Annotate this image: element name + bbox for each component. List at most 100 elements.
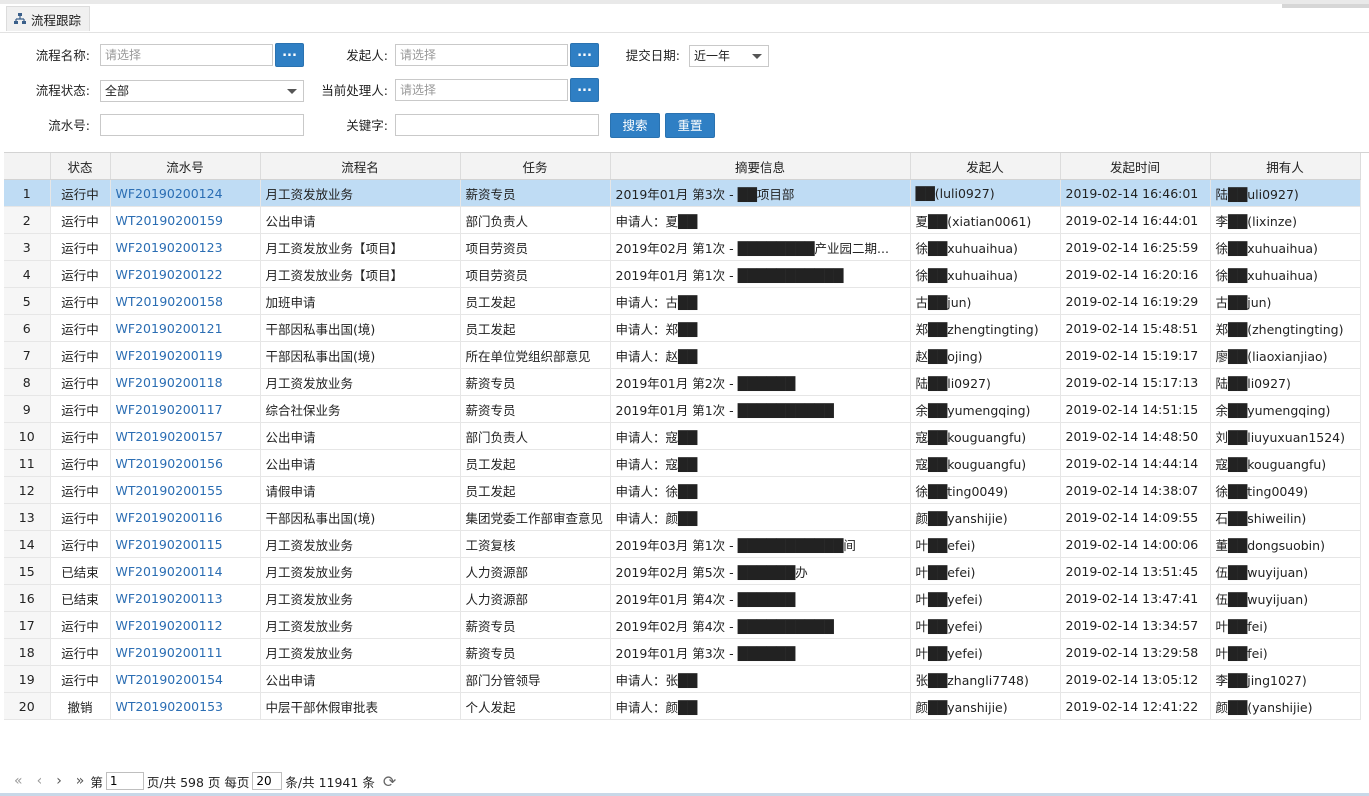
filter-form: 流程名称: ... 发起人: ... 提交日期: 近一年 流程状态: 全部 当前… bbox=[0, 32, 1369, 147]
table-row[interactable]: 11 运行中 WT20190200156 公出申请 员工发起 申请人：寇██ 寇██koug… bbox=[4, 449, 1361, 477]
keyword-input[interactable] bbox=[395, 114, 599, 136]
table-row[interactable]: 1 运行中 WF20190200124 月工资发放业务 薪资专员 2019年01月 第3次… bbox=[4, 179, 1361, 207]
flow-name-input[interactable] bbox=[100, 44, 273, 66]
submit-date-select[interactable]: 近一年 bbox=[689, 45, 769, 67]
initiator-cell: 叶██yefei) bbox=[910, 611, 1061, 639]
serial-link[interactable]: WT20190200158 bbox=[110, 287, 261, 315]
column-header[interactable]: 流程名 bbox=[260, 153, 461, 180]
time-cell: 2019-02-14 12:41:22 bbox=[1060, 692, 1211, 720]
serial-link[interactable]: WF20190200123 bbox=[110, 233, 261, 261]
column-header[interactable]: 状态 bbox=[50, 153, 111, 180]
last-page-icon[interactable]: » bbox=[76, 773, 85, 789]
column-header[interactable] bbox=[4, 153, 51, 180]
time-cell: 2019-02-14 14:38:07 bbox=[1060, 476, 1211, 504]
initiator-cell: 徐██xuhuaihua) bbox=[910, 260, 1061, 288]
table-row[interactable]: 9 运行中 WF20190200117 综合社保业务 薪资专员 2019年01月 第1次 … bbox=[4, 395, 1361, 423]
first-page-icon[interactable]: « bbox=[14, 773, 23, 789]
tab-flow-tracking[interactable]: 流程跟踪 bbox=[6, 6, 91, 31]
serial-link[interactable]: WT20190200156 bbox=[110, 449, 261, 477]
flow-status-value: 全部 bbox=[105, 84, 130, 98]
column-header[interactable]: 发起时间 bbox=[1060, 153, 1211, 180]
next-page-icon[interactable]: › bbox=[56, 773, 62, 789]
serial-link[interactable]: WF20190200118 bbox=[110, 368, 261, 396]
serial-link[interactable]: WF20190200124 bbox=[110, 179, 261, 207]
column-header[interactable]: 发起人 bbox=[910, 153, 1061, 180]
serial-link[interactable]: WF20190200112 bbox=[110, 611, 261, 639]
serial-link[interactable]: WF20190200121 bbox=[110, 314, 261, 342]
table-row[interactable]: 19 运行中 WT20190200154 公出申请 部门分管领导 申请人：张██ 张██zh… bbox=[4, 665, 1361, 693]
serial-no-input[interactable] bbox=[100, 114, 304, 136]
task-cell: 员工发起 bbox=[460, 287, 611, 315]
refresh-icon[interactable]: ⟳ bbox=[383, 772, 396, 791]
page-size-input[interactable] bbox=[252, 772, 283, 790]
current-handler-input[interactable] bbox=[395, 79, 568, 101]
serial-link[interactable]: WF20190200115 bbox=[110, 530, 261, 558]
serial-link[interactable]: WF20190200111 bbox=[110, 638, 261, 666]
table-row[interactable]: 18 运行中 WF20190200111 月工资发放业务 薪资专员 2019年01月 第3… bbox=[4, 638, 1361, 666]
owner-cell: 伍██wuyijuan) bbox=[1210, 557, 1361, 585]
column-header[interactable]: 摘要信息 bbox=[610, 153, 911, 180]
serial-link[interactable]: WT20190200157 bbox=[110, 422, 261, 450]
search-button[interactable]: 搜索 bbox=[610, 113, 660, 138]
initiator-input[interactable] bbox=[395, 44, 568, 66]
flow-status-select[interactable]: 全部 bbox=[100, 80, 304, 102]
serial-link[interactable]: WF20190200116 bbox=[110, 503, 261, 531]
initiator-cell: 余██yumengqing) bbox=[910, 395, 1061, 423]
initiator-label: 发起人: bbox=[346, 48, 388, 63]
owner-cell: 李██(lixinze) bbox=[1210, 206, 1361, 234]
flow-name-cell: 请假申请 bbox=[260, 476, 461, 504]
serial-link[interactable]: WF20190200119 bbox=[110, 341, 261, 369]
serial-link[interactable]: WT20190200159 bbox=[110, 206, 261, 234]
serial-link[interactable]: WT20190200155 bbox=[110, 476, 261, 504]
table-row[interactable]: 5 运行中 WT20190200158 加班申请 员工发起 申请人：古██ 古██jun) 2… bbox=[4, 287, 1361, 315]
reset-button[interactable]: 重置 bbox=[665, 113, 715, 138]
row-number: 13 bbox=[4, 503, 51, 531]
serial-link[interactable]: WF20190200122 bbox=[110, 260, 261, 288]
table-row[interactable]: 13 运行中 WF20190200116 干部因私事出国(境) 集团党委工作部审查意见申… bbox=[4, 503, 1361, 531]
table-row[interactable]: 17 运行中 WF20190200112 月工资发放业务 薪资专员 2019年02月 第4… bbox=[4, 611, 1361, 639]
serial-link[interactable]: WF20190200117 bbox=[110, 395, 261, 423]
initiator-picker-button[interactable]: ... bbox=[570, 43, 599, 67]
column-header[interactable]: 任务 bbox=[460, 153, 611, 180]
pagination-bar: « ‹ › » 第 页/共 598 页 每页 条/共 11941 条 ⟳ bbox=[0, 766, 1369, 796]
page-info-text: 页/共 598 页 每页 bbox=[146, 774, 250, 790]
row-number: 4 bbox=[4, 260, 51, 288]
table-row[interactable]: 6 运行中 WF20190200121 干部因私事出国(境) 员工发起 申请人：郑██ 郑█… bbox=[4, 314, 1361, 342]
table-row[interactable]: 4 运行中 WF20190200122 月工资发放业务【项目】 项目劳资员 2019年01… bbox=[4, 260, 1361, 288]
task-cell: 薪资专员 bbox=[460, 395, 611, 423]
table-row[interactable]: 8 运行中 WF20190200118 月工资发放业务 薪资专员 2019年01月 第2次… bbox=[4, 368, 1361, 396]
task-cell: 部门分管领导 bbox=[460, 665, 611, 693]
serial-link[interactable]: WF20190200113 bbox=[110, 584, 261, 612]
column-header[interactable]: 拥有人 bbox=[1210, 153, 1361, 180]
table-row[interactable]: 16 已结束 WF20190200113 月工资发放业务 人力资源部 2019年01月 第… bbox=[4, 584, 1361, 612]
serial-link[interactable]: WT20190200154 bbox=[110, 665, 261, 693]
table-row[interactable]: 15 已结束 WF20190200114 月工资发放业务 人力资源部 2019年02月 第… bbox=[4, 557, 1361, 585]
serial-link[interactable]: WF20190200114 bbox=[110, 557, 261, 585]
table-row[interactable]: 20 撤销 WT20190200153 中层干部休假审批表 个人发起 申请人：颜██ 颜██… bbox=[4, 692, 1361, 720]
table-header-row: 状态 流水号 流程名 任务 摘要信息 发起人 发起时间 拥有人 bbox=[4, 153, 1361, 180]
column-header[interactable]: 流水号 bbox=[110, 153, 261, 180]
summary-cell: 2019年02月 第4次 - ██████████ bbox=[610, 611, 911, 639]
flow-name-cell: 公出申请 bbox=[260, 449, 461, 477]
data-grid: 状态 流水号 流程名 任务 摘要信息 发起人 发起时间 拥有人 1 运行中 WF201902001… bbox=[4, 152, 1369, 723]
task-cell: 部门负责人 bbox=[460, 206, 611, 234]
summary-cell: 2019年01月 第1次 - ███████████ bbox=[610, 260, 911, 288]
table-row[interactable]: 10 运行中 WT20190200157 公出申请 部门负责人 申请人：寇██ 寇██kou… bbox=[4, 422, 1361, 450]
prev-page-icon[interactable]: ‹ bbox=[37, 773, 43, 789]
flow-name-picker-button[interactable]: ... bbox=[275, 43, 304, 67]
initiator-cell: 叶██yefei) bbox=[910, 584, 1061, 612]
owner-cell: 徐██xuhuaihua) bbox=[1210, 233, 1361, 261]
serial-link[interactable]: WT20190200153 bbox=[110, 692, 261, 720]
task-cell: 项目劳资员 bbox=[460, 233, 611, 261]
page-number-input[interactable] bbox=[105, 772, 144, 790]
owner-cell: 石██shiweilin) bbox=[1210, 503, 1361, 531]
summary-cell: 2019年01月 第2次 - ██████ bbox=[610, 368, 911, 396]
owner-cell: 陆██uli0927) bbox=[1210, 179, 1361, 207]
table-row[interactable]: 12 运行中 WT20190200155 请假申请 员工发起 申请人：徐██ 徐██ting… bbox=[4, 476, 1361, 504]
table-row[interactable]: 14 运行中 WF20190200115 月工资发放业务 工资复核 2019年03月 第1… bbox=[4, 530, 1361, 558]
chevron-down-icon bbox=[287, 89, 297, 94]
table-row[interactable]: 3 运行中 WF20190200123 月工资发放业务【项目】 项目劳资员 2019年02… bbox=[4, 233, 1361, 261]
table-row[interactable]: 2 运行中 WT20190200159 公出申请 部门负责人 申请人：夏██ 夏██(xia… bbox=[4, 206, 1361, 234]
current-handler-picker-button[interactable]: ... bbox=[570, 78, 599, 102]
table-row[interactable]: 7 运行中 WF20190200119 干部因私事出国(境) 所在单位党组织部意见 申请人… bbox=[4, 341, 1361, 369]
